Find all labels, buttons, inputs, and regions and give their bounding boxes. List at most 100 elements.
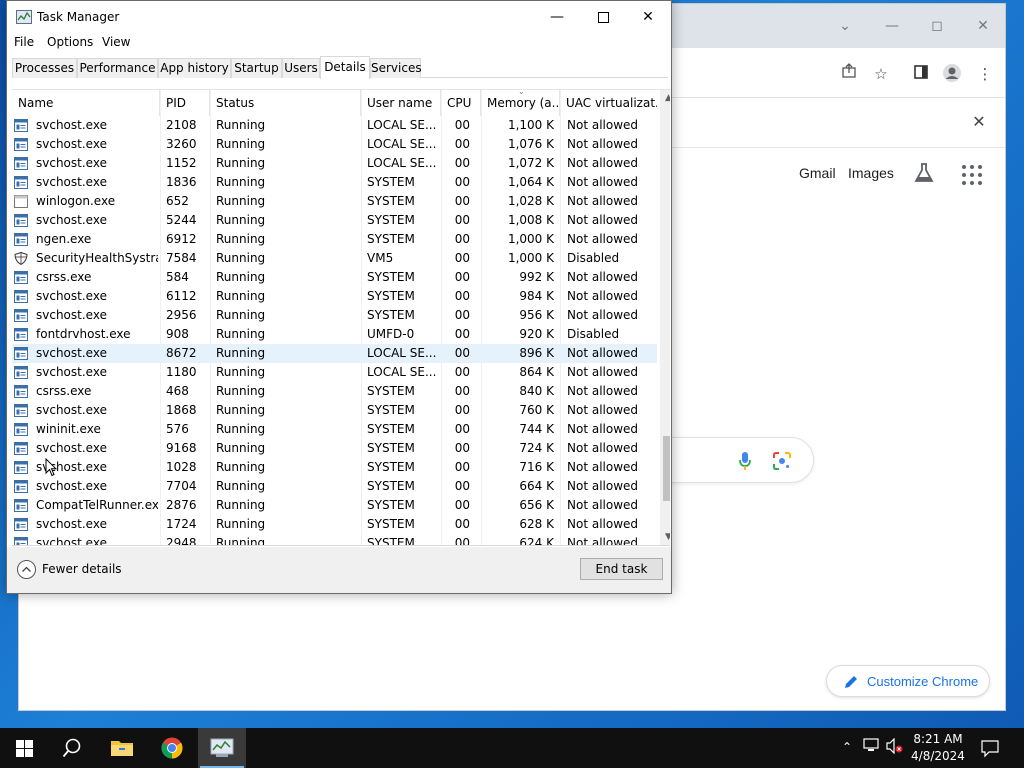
table-row[interactable]: winlogon.exe 652 Running SYSTEM 00 1,028 K Not… (12, 192, 657, 211)
more-menu-icon[interactable]: ⋮ (974, 63, 996, 85)
close-icon[interactable]: ✕ (625, 1, 671, 33)
cell-uac: Not allowed (567, 156, 639, 170)
col-pid[interactable]: PID (160, 90, 210, 116)
cell-memory: 1,100 K (507, 118, 554, 132)
table-row[interactable]: svchost.exe 1152 Running LOCAL SE... 00 1,072… (12, 154, 657, 173)
tab-processes[interactable]: Processes (12, 58, 77, 78)
cell-user-name: SYSTEM (367, 422, 415, 436)
cell-cpu: 00 (454, 156, 470, 170)
table-row[interactable]: csrss.exe 468 Running SYSTEM 00 840 K Not allo… (12, 382, 657, 401)
clock-date: 4/8/2024 (911, 749, 965, 763)
cell-memory: 1,000 K (507, 251, 554, 265)
table-row[interactable]: svchost.exe 1836 Running SYSTEM 00 1,064 K Not… (12, 173, 657, 192)
cell-uac: Not allowed (567, 403, 639, 417)
share-icon[interactable] (838, 63, 860, 85)
close-icon[interactable]: ✕ (971, 14, 995, 38)
cell-cpu: 00 (454, 194, 470, 208)
show-hidden-icons-icon[interactable]: ⌃ (838, 738, 856, 756)
gmail-link[interactable]: Gmail (799, 165, 836, 181)
volume-muted-icon[interactable] (886, 737, 904, 756)
process-app-icon (14, 176, 28, 189)
end-task-button[interactable]: End task (580, 558, 663, 580)
table-row[interactable]: svchost.exe 2956 Running SYSTEM 00 956 K Not a… (12, 306, 657, 325)
table-row[interactable]: svchost.exe 5244 Running SYSTEM 00 1,008 K Not… (12, 211, 657, 230)
process-app-icon (14, 461, 28, 474)
profile-avatar-icon[interactable] (941, 63, 963, 85)
network-icon[interactable] (862, 738, 880, 756)
task-manager-taskbar-button[interactable] (198, 728, 246, 768)
task-manager-titlebar[interactable]: Task Manager — ✕ (7, 1, 671, 33)
images-link[interactable]: Images (848, 165, 894, 181)
table-row[interactable]: svchost.exe 1724 Running SYSTEM 00 628 K Not a… (12, 515, 657, 534)
file-explorer-button[interactable] (98, 728, 146, 768)
scroll-down-icon[interactable]: ▼ (660, 529, 670, 545)
chrome-taskbar-button[interactable] (148, 728, 196, 768)
tab-performance[interactable]: Performance (77, 58, 158, 78)
cell-memory: 984 K (519, 289, 554, 303)
infobar-close-icon[interactable]: ✕ (969, 112, 989, 132)
table-row[interactable]: svchost.exe 6112 Running SYSTEM 00 984 K Not a… (12, 287, 657, 306)
col-status[interactable]: Status (210, 90, 361, 116)
table-row[interactable]: SecurityHealthSystra... 7584 Running VM5 00 1… (12, 249, 657, 268)
cell-name: svchost.exe (36, 536, 107, 546)
cell-pid: 1724 (166, 517, 197, 531)
maximize-icon[interactable]: ◻ (925, 14, 949, 38)
tab-strip: Processes Performance App history Startu… (12, 56, 668, 79)
menu-file[interactable]: File (14, 35, 34, 49)
tab-users[interactable]: Users (282, 58, 320, 78)
table-row[interactable]: svchost.exe 1180 Running LOCAL SE... 00 864 K… (12, 363, 657, 382)
menu-options[interactable]: Options (47, 35, 93, 49)
table-row[interactable]: svchost.exe 2108 Running LOCAL SE... 00 1,100… (12, 116, 657, 135)
table-row[interactable]: wininit.exe 576 Running SYSTEM 00 744 K Not al… (12, 420, 657, 439)
clock-time: 8:21 AM (913, 732, 963, 746)
bookmark-star-icon[interactable]: ☆ (870, 63, 892, 85)
voice-search-icon[interactable] (738, 451, 752, 471)
table-row[interactable]: svchost.exe 8672 Running LOCAL SE... 00 896 K… (12, 344, 657, 363)
cell-memory: 656 K (519, 498, 554, 512)
system-clock[interactable]: 8:21 AM 4/8/2024 (903, 731, 973, 765)
notifications-icon[interactable] (980, 738, 1000, 758)
scrollbar-thumb[interactable] (663, 436, 670, 501)
cell-pid: 6112 (166, 289, 197, 303)
scroll-up-icon[interactable]: ▲ (660, 90, 670, 107)
table-row[interactable]: svchost.exe 1028 Running SYSTEM 00 716 K Not a… (12, 458, 657, 477)
cell-uac: Not allowed (567, 517, 639, 531)
minimize-icon[interactable]: — (534, 1, 580, 33)
side-panel-icon[interactable] (910, 63, 932, 85)
table-row[interactable]: CompatTelRunner.exe 2876 Running SYSTEM 00 65… (12, 496, 657, 515)
col-user-name[interactable]: User name (361, 90, 441, 116)
tab-app-history[interactable]: App history (158, 58, 231, 78)
labs-flask-icon[interactable] (913, 162, 935, 184)
table-row[interactable]: svchost.exe 2948 Running SYSTEM 00 624 K Not a… (12, 534, 657, 546)
col-uac-virtualization[interactable]: UAC virtualizat... (560, 90, 657, 116)
table-row[interactable]: svchost.exe 3260 Running LOCAL SE... 00 1,076… (12, 135, 657, 154)
google-apps-icon[interactable] (962, 165, 982, 185)
cell-memory: 1,028 K (507, 194, 554, 208)
table-row[interactable]: svchost.exe 7704 Running SYSTEM 00 664 K Not a… (12, 477, 657, 496)
cell-memory: 1,064 K (507, 175, 554, 189)
menu-view[interactable]: View (102, 35, 130, 49)
search-button[interactable] (48, 728, 96, 768)
tab-details[interactable]: Details (320, 56, 370, 79)
tab-services[interactable]: Services (370, 58, 422, 78)
minimize-icon[interactable]: — (880, 14, 904, 38)
customize-chrome-label: Customize Chrome (867, 674, 979, 689)
sort-descending-icon: ⌄ (518, 89, 525, 96)
chevron-down-icon[interactable]: ⌄ (833, 14, 857, 38)
cell-name: svchost.exe (36, 403, 107, 417)
cell-cpu: 00 (454, 137, 470, 151)
table-row[interactable]: fontdrvhost.exe 908 Running UMFD-0 00 920 K Di… (12, 325, 657, 344)
col-name[interactable]: Name (12, 90, 160, 116)
vertical-scrollbar[interactable]: ▲ ▼ (660, 90, 670, 545)
google-lens-icon[interactable] (773, 452, 791, 470)
table-row[interactable]: csrss.exe 584 Running SYSTEM 00 992 K Not allo… (12, 268, 657, 287)
table-row[interactable]: svchost.exe 9168 Running SYSTEM 00 724 K Not a… (12, 439, 657, 458)
table-row[interactable]: ngen.exe 6912 Running SYSTEM 00 1,000 K Not al… (12, 230, 657, 249)
col-cpu[interactable]: CPU (441, 90, 481, 116)
task-manager-icon (210, 738, 234, 757)
start-button[interactable] (0, 728, 48, 768)
tab-startup[interactable]: Startup (231, 58, 282, 78)
maximize-icon[interactable] (580, 1, 626, 33)
customize-chrome-button[interactable]: Customize Chrome (826, 665, 990, 697)
table-row[interactable]: svchost.exe 1868 Running SYSTEM 00 760 K Not a… (12, 401, 657, 420)
